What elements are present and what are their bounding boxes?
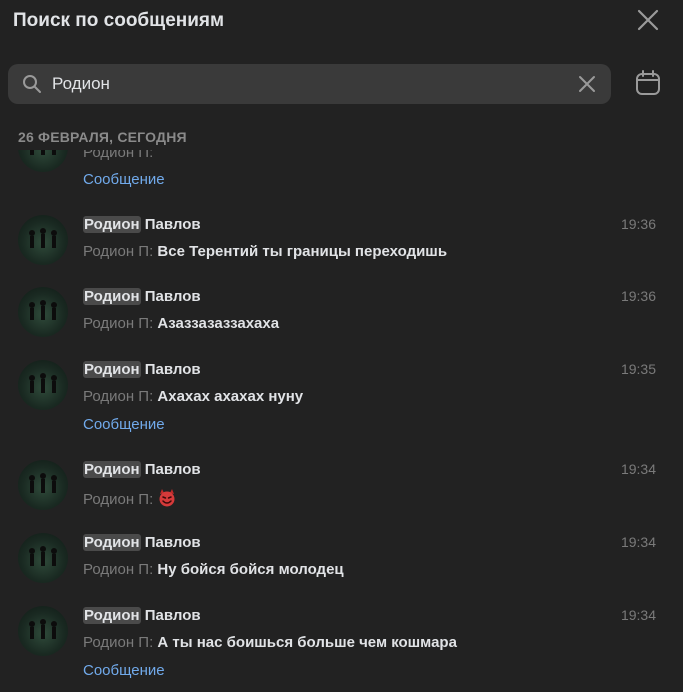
header: Поиск по сообщениям (0, 0, 683, 50)
message-snippet: Родион П: (83, 150, 154, 161)
message-snippet: Родион П: (83, 488, 177, 512)
contact-name: Родион Павлов (83, 288, 201, 305)
avatar (18, 460, 68, 510)
list-item[interactable]: Родион Павлов 19:34 Родион П: (0, 459, 683, 519)
search-icon (22, 74, 42, 94)
list-item-partial[interactable]: Родион П: Сообщение (0, 150, 683, 196)
search-bar (8, 64, 611, 104)
message-time: 19:34 (620, 461, 656, 477)
message-snippet: Родион П: Ну бойся бойся молодец (83, 561, 344, 578)
list-item[interactable]: Родион Павлов 19:34 Родион П: А ты нас б… (0, 605, 683, 691)
message-link[interactable]: Сообщение (83, 171, 165, 188)
message-snippet: Родион П: Все Терентий ты границы перехо… (83, 243, 448, 260)
message-time: 19:36 (620, 216, 656, 232)
calendar-icon[interactable] (634, 68, 662, 98)
avatar (18, 606, 68, 656)
message-time: 19:36 (620, 288, 656, 304)
message-link[interactable]: Сообщение (83, 416, 165, 433)
list-item[interactable]: Родион Павлов 19:35 Родион П: Ахахах аха… (0, 359, 683, 445)
date-header: 26 ФЕВРАЛЯ, СЕГОДНЯ (18, 129, 187, 145)
contact-name: Родион Павлов (83, 607, 201, 624)
clear-search-icon[interactable] (577, 74, 597, 94)
list-item[interactable]: Родион Павлов 19:34 Родион П: Ну бойся б… (0, 532, 683, 592)
avatar (18, 215, 68, 265)
avatar (18, 287, 68, 337)
message-time: 19:35 (620, 361, 656, 377)
close-icon[interactable] (634, 6, 662, 34)
results-list: Родион П: Сообщение Родион Павлов 19:36 … (0, 150, 683, 692)
contact-name: Родион Павлов (83, 361, 201, 378)
smiling-devil-emoji (157, 488, 177, 512)
message-snippet: Родион П: Азаззазаззахаха (83, 315, 280, 332)
list-item[interactable]: Родион Павлов 19:36 Родион П: Все Терент… (0, 214, 683, 274)
contact-name: Родион Павлов (83, 461, 201, 478)
avatar (18, 533, 68, 583)
message-link[interactable]: Сообщение (83, 662, 165, 679)
list-item[interactable]: Родион Павлов 19:36 Родион П: Азаззазазз… (0, 286, 683, 346)
contact-name: Родион Павлов (83, 534, 201, 551)
message-snippet: Родион П: Ахахах ахахах нуну (83, 388, 304, 405)
message-time: 19:34 (620, 607, 656, 623)
message-snippet: Родион П: А ты нас боишься больше чем ко… (83, 634, 457, 651)
page-title: Поиск по сообщениям (13, 10, 225, 31)
search-input[interactable] (52, 72, 562, 96)
avatar (18, 150, 68, 172)
contact-name: Родион Павлов (83, 216, 201, 233)
message-time: 19:34 (620, 534, 656, 550)
avatar (18, 360, 68, 410)
